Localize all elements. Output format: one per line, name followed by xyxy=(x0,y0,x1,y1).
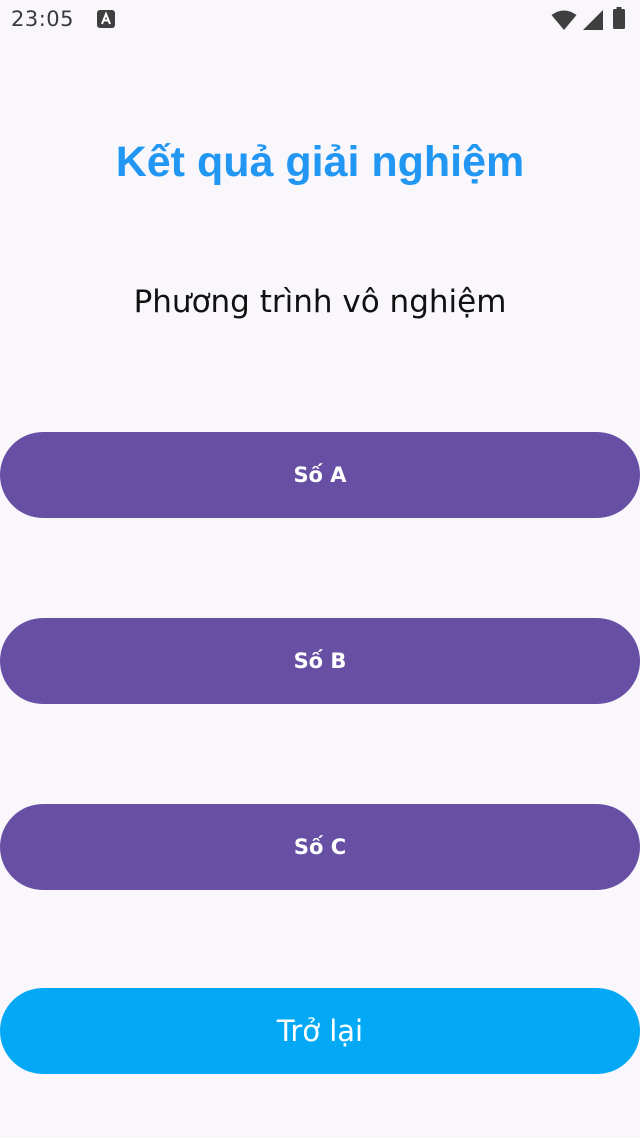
result-text: Phương trình vô nghiệm xyxy=(133,284,507,320)
battery-icon xyxy=(613,7,625,29)
status-time: 23:05 xyxy=(11,7,75,31)
signal-icon xyxy=(582,9,604,36)
number-b-label: Số B xyxy=(293,649,347,673)
number-c-button[interactable]: Số C xyxy=(0,804,640,890)
status-bar: 23:05 xyxy=(0,0,640,44)
back-label: Trở lại xyxy=(276,1014,364,1048)
page-title: Kết quả giải nghiệm xyxy=(115,138,525,186)
app-notification-icon xyxy=(97,10,115,28)
number-a-label: Số A xyxy=(293,463,347,487)
number-c-label: Số C xyxy=(293,835,347,859)
back-button[interactable]: Trở lại xyxy=(0,988,640,1074)
number-a-button[interactable]: Số A xyxy=(0,432,640,518)
wifi-icon xyxy=(551,9,577,36)
number-b-button[interactable]: Số B xyxy=(0,618,640,704)
